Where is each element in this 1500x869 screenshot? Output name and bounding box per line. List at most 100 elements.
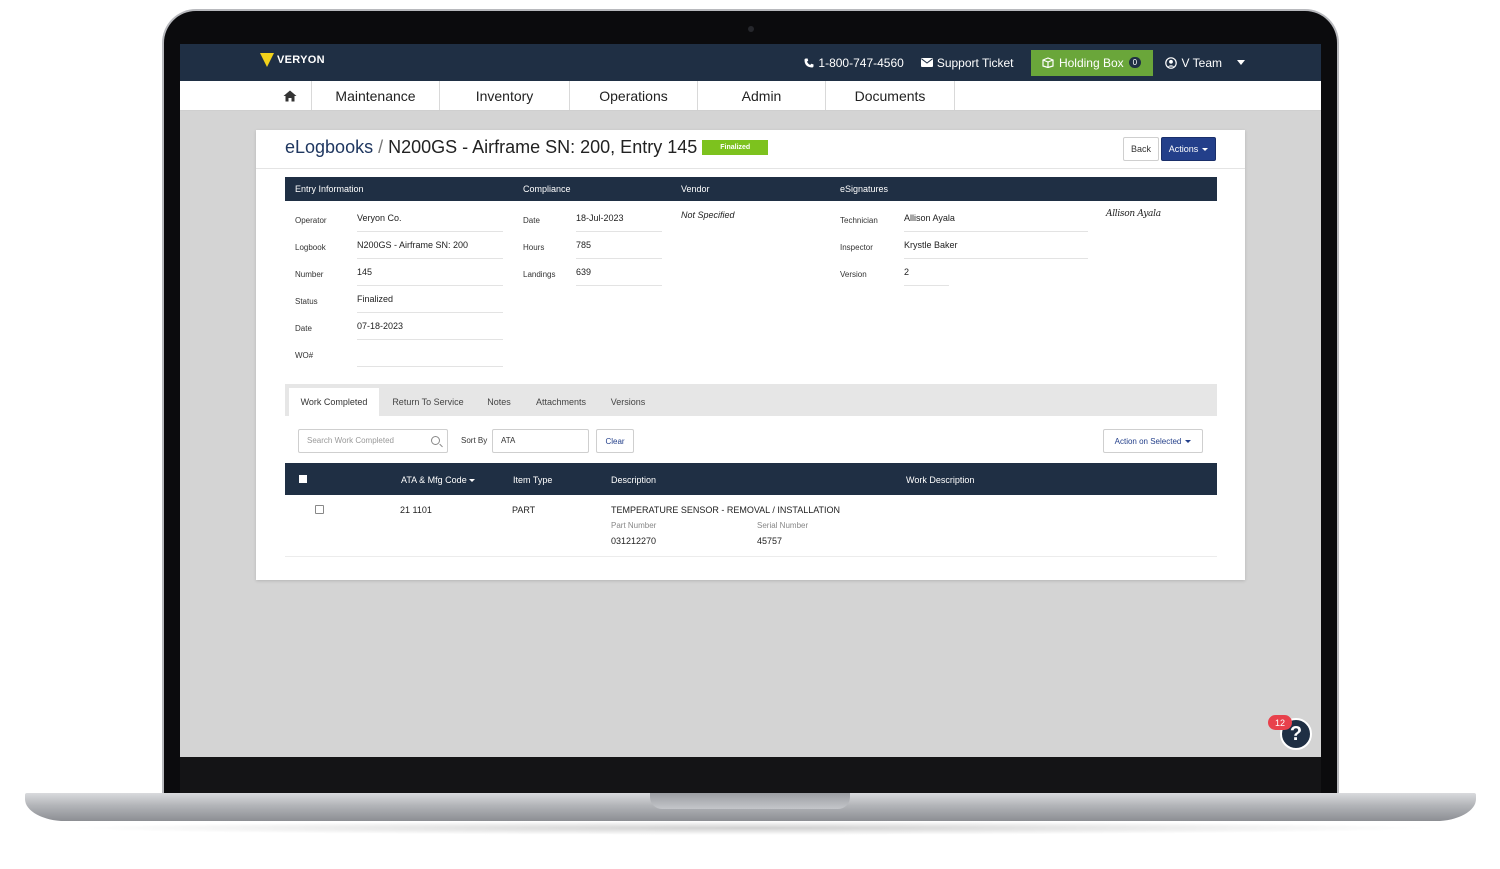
actions-button[interactable]: Actions xyxy=(1161,137,1216,161)
action-on-selected-button[interactable]: Action on Selected xyxy=(1103,429,1203,453)
info-header: Entry Information Compliance Vendor eSig… xyxy=(285,177,1217,201)
landings-label: Landings xyxy=(523,270,556,279)
home-icon xyxy=(283,90,296,101)
nav-operations[interactable]: Operations xyxy=(570,81,698,110)
entry-information-heading: Entry Information xyxy=(295,184,364,194)
clear-button[interactable]: Clear xyxy=(596,429,634,453)
logo-mark-icon xyxy=(260,53,275,67)
elogbook-entry-panel: eLogbooks / N200GS - Airframe SN: 200, E… xyxy=(256,130,1245,580)
help-notification-badge: 12 xyxy=(1268,715,1292,730)
tab-notes[interactable]: Notes xyxy=(477,388,521,416)
number-label: Number xyxy=(295,270,324,279)
phone-icon xyxy=(804,58,814,67)
version-value: 2 xyxy=(904,267,949,286)
nav-inventory[interactable]: Inventory xyxy=(440,81,570,110)
phone-number: 1-800-747-4560 xyxy=(818,55,904,70)
work-table-header: ATA & Mfg Code Item Type Description Wor… xyxy=(285,463,1217,495)
logo-text: VERYON xyxy=(277,54,325,66)
version-label: Version xyxy=(840,270,867,279)
laptop-shadow xyxy=(60,821,1440,835)
app-screen: VERYON 1-800-747-4560 Support Ticket Hol… xyxy=(180,44,1321,757)
user-circle-icon xyxy=(1164,56,1177,69)
page-title: eLogbooks / N200GS - Airframe SN: 200, E… xyxy=(285,137,769,158)
camera xyxy=(748,26,754,32)
header-ata-mfg-code[interactable]: ATA & Mfg Code xyxy=(401,475,475,485)
nav-maintenance[interactable]: Maintenance xyxy=(312,81,440,110)
user-name: V Team xyxy=(1181,55,1222,70)
vendor-value: Not Specified xyxy=(681,210,735,220)
wo-label: WO# xyxy=(295,351,314,360)
envelope-icon xyxy=(920,58,933,67)
esignatures-heading: eSignatures xyxy=(840,184,889,194)
entry-title: N200GS - Airframe SN: 200, Entry 145 xyxy=(388,137,698,157)
search-work-completed xyxy=(298,429,448,453)
search-input[interactable] xyxy=(307,436,425,445)
operator-label: Operator xyxy=(295,216,327,225)
header-ata-label: ATA & Mfg Code xyxy=(401,475,467,485)
hours-value: 785 xyxy=(576,240,662,259)
inspector-value: Krystle Baker xyxy=(904,240,1088,259)
tab-work-completed[interactable]: Work Completed xyxy=(289,388,379,416)
row-divider xyxy=(285,556,1217,557)
caret-down-icon xyxy=(1185,439,1192,443)
row-item-type: PART xyxy=(512,505,536,515)
back-button[interactable]: Back xyxy=(1123,137,1159,161)
nav-admin[interactable]: Admin xyxy=(698,81,826,110)
serial-number-value: 45757 xyxy=(757,536,783,546)
support-ticket-label: Support Ticket xyxy=(936,55,1014,70)
caret-down-icon xyxy=(1202,147,1209,151)
number-value: 145 xyxy=(357,267,503,286)
sort-caret-icon xyxy=(468,478,475,482)
row-ata-code: 21 1101 xyxy=(400,505,432,515)
status-value: Finalized xyxy=(357,294,503,313)
breadcrumb-elogbooks[interactable]: eLogbooks xyxy=(285,137,373,158)
tab-versions[interactable]: Versions xyxy=(601,388,655,416)
action-on-selected-label: Action on Selected xyxy=(1114,436,1182,446)
nav-documents[interactable]: Documents xyxy=(826,81,955,110)
top-bar: VERYON 1-800-747-4560 Support Ticket Hol… xyxy=(180,44,1321,81)
veryon-logo[interactable]: VERYON xyxy=(260,53,325,67)
landings-value: 639 xyxy=(576,267,662,286)
holding-box-button[interactable]: Holding Box 0 xyxy=(1030,49,1153,76)
sort-by-input[interactable]: ATA xyxy=(492,429,589,453)
status-badge: Finalized xyxy=(702,140,769,155)
main-nav: Maintenance Inventory Operations Admin D… xyxy=(180,81,1321,111)
question-icon: ? xyxy=(1289,722,1303,745)
user-menu[interactable]: V Team xyxy=(1164,55,1245,70)
nav-home[interactable] xyxy=(268,81,312,110)
chevron-down-icon xyxy=(1237,60,1245,65)
header-description[interactable]: Description xyxy=(611,475,656,485)
wo-value xyxy=(357,348,503,367)
tab-bar: Work Completed Return To Service Notes A… xyxy=(285,384,1217,416)
header-work-description[interactable]: Work Description xyxy=(906,475,974,485)
hours-label: Hours xyxy=(523,243,545,252)
header-item-type[interactable]: Item Type xyxy=(513,475,552,485)
tab-return-to-service[interactable]: Return To Service xyxy=(383,388,473,416)
divider xyxy=(256,168,1245,169)
actions-label: Actions xyxy=(1168,144,1199,154)
vendor-heading: Vendor xyxy=(681,184,710,194)
holding-box-label: Holding Box xyxy=(1058,55,1124,70)
row-checkbox[interactable] xyxy=(315,505,324,514)
phone-link[interactable]: 1-800-747-4560 xyxy=(804,55,904,70)
inspector-label: Inspector xyxy=(840,243,873,252)
laptop-notch xyxy=(650,793,850,809)
date-label: Date xyxy=(295,324,312,333)
support-ticket-link[interactable]: Support Ticket xyxy=(920,55,1014,70)
sort-by-label: Sort By xyxy=(461,436,488,445)
logbook-value: N200GS - Airframe SN: 200 xyxy=(357,240,503,259)
operator-value: Veryon Co. xyxy=(357,213,503,232)
logbook-label: Logbook xyxy=(295,243,326,252)
part-number-label: Part Number xyxy=(611,521,657,530)
box-icon xyxy=(1042,57,1054,68)
select-all-checkbox[interactable] xyxy=(299,475,307,483)
row-description: TEMPERATURE SENSOR - REMOVAL / INSTALLAT… xyxy=(611,505,841,515)
part-number-value: 031212270 xyxy=(611,536,657,546)
status-label: Status xyxy=(295,297,318,306)
compliance-date-value: 18-Jul-2023 xyxy=(576,213,662,232)
tab-attachments[interactable]: Attachments xyxy=(527,388,595,416)
search-icon[interactable] xyxy=(431,436,440,445)
compliance-heading: Compliance xyxy=(523,184,571,194)
date-value: 07-18-2023 xyxy=(357,321,503,340)
holding-box-count: 0 xyxy=(1128,57,1142,68)
